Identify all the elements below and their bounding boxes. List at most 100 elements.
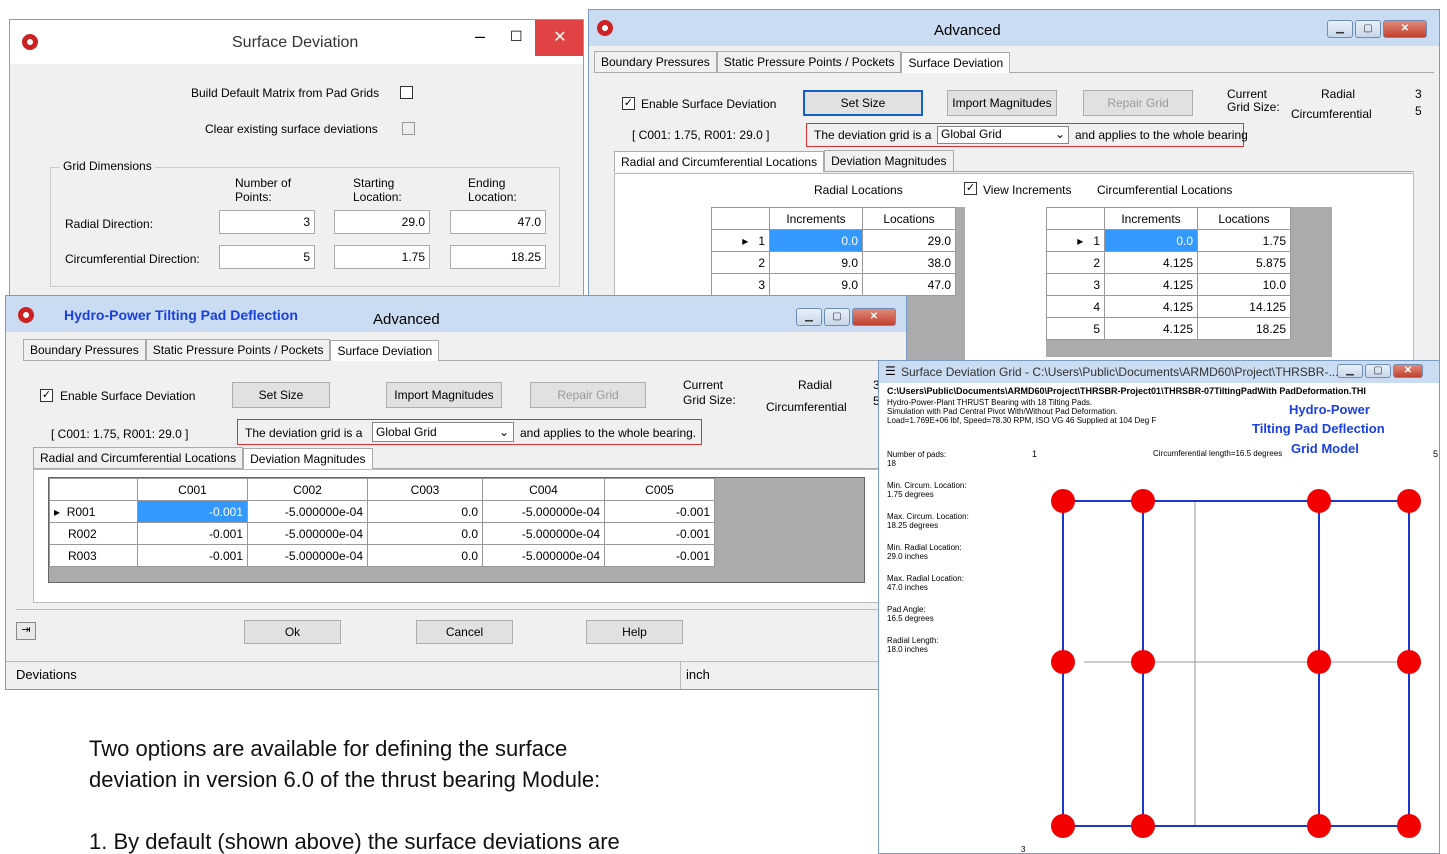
radial-direction-label: Radial Direction: bbox=[65, 217, 154, 231]
tab-locations[interactable]: Radial and Circumferential Locations bbox=[33, 447, 244, 468]
caption-line-3: 1. By default (shown above) the surface … bbox=[89, 829, 620, 854]
tab-static-pressure[interactable]: Static Pressure Points / Pockets bbox=[716, 51, 902, 72]
end-header: Ending Location: bbox=[468, 176, 517, 204]
grid-type-suffix: and applies to the whole bearing. bbox=[520, 426, 697, 440]
current-label: Current bbox=[683, 378, 724, 392]
column-header: C005 bbox=[604, 478, 715, 501]
table-row[interactable]: 2 9.0 38.0 bbox=[711, 251, 956, 274]
tab-boundary-pressures[interactable]: Boundary Pressures bbox=[23, 339, 146, 360]
close-icon[interactable]: ✕ bbox=[1383, 20, 1427, 38]
app-name: Hydro-Power Tilting Pad Deflection bbox=[64, 307, 298, 323]
magnitudes-grid: C001 C002 C003 C004 C005 ▸ R001 -0.001 -… bbox=[48, 477, 865, 583]
view-increments-checkbox[interactable]: ✓ bbox=[964, 182, 977, 195]
increments-header: Increments bbox=[1104, 207, 1198, 230]
minimize-icon[interactable]: ▁ bbox=[796, 308, 822, 326]
ok-button[interactable]: Ok bbox=[244, 620, 341, 644]
cell-reference: [ C001: 1.75, R001: 29.0 ] bbox=[632, 128, 770, 142]
enable-deviation-checkbox[interactable]: ✓ bbox=[622, 97, 635, 110]
grid-type-value: Global Grid bbox=[941, 127, 1002, 141]
advanced-window-front: Hydro-Power Tilting Pad Deflection Advan… bbox=[5, 295, 907, 690]
grid-node bbox=[1051, 650, 1075, 674]
radial-start-input[interactable]: 29.0 bbox=[334, 210, 430, 234]
enable-deviation-label: Enable Surface Deviation bbox=[641, 97, 777, 111]
clear-deviations-label: Clear existing surface deviations bbox=[205, 122, 378, 136]
start-header: Starting Location: bbox=[353, 176, 402, 204]
set-size-button[interactable]: Set Size bbox=[232, 382, 330, 408]
grid-type-select[interactable]: Global Grid ⌄ bbox=[937, 126, 1069, 144]
table-row[interactable]: 3 4.125 10.0 bbox=[1046, 273, 1291, 296]
radial-label: Radial bbox=[798, 378, 833, 392]
table-row[interactable]: ▸ R001 -0.001 -5.000000e-04 0.0 -5.00000… bbox=[49, 500, 715, 523]
grid-node bbox=[1307, 814, 1331, 838]
table-row[interactable]: R002 -0.001 -5.000000e-04 0.0 -5.000000e… bbox=[49, 522, 715, 545]
table-row[interactable]: 3 9.0 47.0 bbox=[711, 273, 956, 296]
pin-icon[interactable]: ⇥ bbox=[16, 622, 36, 640]
minimize-icon[interactable]: – bbox=[475, 26, 485, 47]
build-default-checkbox[interactable] bbox=[400, 86, 413, 99]
caption-line-2: deviation in version 6.0 of the thrust b… bbox=[89, 767, 601, 792]
set-size-button[interactable]: Set Size bbox=[803, 90, 923, 116]
circ-label: Circumferential bbox=[1291, 107, 1372, 121]
table-row[interactable]: 2 4.125 5.875 bbox=[1046, 251, 1291, 274]
tab-static-pressure[interactable]: Static Pressure Points / Pockets bbox=[145, 339, 331, 360]
close-icon[interactable]: ✕ bbox=[535, 20, 583, 56]
table-row[interactable]: R003 -0.001 -5.000000e-04 0.0 -5.000000e… bbox=[49, 544, 715, 567]
circ-label: Circumferential bbox=[766, 400, 847, 414]
status-left: Deviations bbox=[16, 667, 77, 682]
radial-end-input[interactable]: 47.0 bbox=[450, 210, 546, 234]
table-row[interactable]: 4 4.125 14.125 bbox=[1046, 295, 1291, 318]
status-bar: Deviations inch bbox=[6, 661, 906, 689]
help-button[interactable]: Help bbox=[586, 620, 683, 644]
import-magnitudes-button[interactable]: Import Magnitudes bbox=[947, 90, 1057, 116]
grid-size-label: Grid Size: bbox=[683, 393, 736, 407]
cancel-button[interactable]: Cancel bbox=[416, 620, 513, 644]
maximize-icon[interactable]: ▢ bbox=[1355, 20, 1381, 38]
grid-dimensions-label: Grid Dimensions bbox=[60, 159, 155, 173]
grid-node bbox=[1307, 650, 1331, 674]
tab-magnitudes[interactable]: Deviation Magnitudes bbox=[824, 150, 954, 171]
window-title: Advanced bbox=[373, 311, 440, 328]
table-row[interactable]: 5 4.125 18.25 bbox=[1046, 317, 1291, 340]
column-header: C002 bbox=[247, 478, 368, 501]
tab-locations[interactable]: Radial and Circumferential Locations bbox=[614, 151, 825, 172]
tab-magnitudes[interactable]: Deviation Magnitudes bbox=[243, 448, 373, 469]
grid-size-label: Grid Size: bbox=[1227, 100, 1280, 114]
tab-surface-deviation[interactable]: Surface Deviation bbox=[901, 52, 1011, 73]
maximize-icon[interactable]: ☐ bbox=[510, 28, 523, 45]
table-row[interactable]: ▸ 1 0.0 1.75 bbox=[1046, 229, 1291, 252]
enable-deviation-label: Enable Surface Deviation bbox=[60, 389, 196, 403]
window-title: Advanced bbox=[934, 22, 1001, 39]
circ-end-input[interactable]: 18.25 bbox=[450, 245, 546, 269]
radial-points-input[interactable]: 3 bbox=[219, 210, 315, 234]
cell-reference: [ C001: 1.75, R001: 29.0 ] bbox=[51, 427, 189, 441]
enable-deviation-checkbox[interactable]: ✓ bbox=[40, 389, 53, 402]
radial-locations-title: Radial Locations bbox=[814, 183, 903, 197]
title-bar[interactable]: Hydro-Power Tilting Pad Deflection Advan… bbox=[6, 296, 906, 332]
clear-deviations-checkbox[interactable] bbox=[402, 122, 415, 135]
close-icon[interactable]: ✕ bbox=[852, 308, 896, 326]
current-label: Current bbox=[1227, 87, 1268, 101]
increments-header: Increments bbox=[769, 207, 863, 230]
table-row[interactable]: ▸ 1 0.0 29.0 bbox=[711, 229, 956, 252]
circ-locations-title: Circumferential Locations bbox=[1097, 183, 1233, 197]
tab-surface-deviation[interactable]: Surface Deviation bbox=[330, 340, 440, 361]
grid-type-select[interactable]: Global Grid ⌄ bbox=[372, 422, 514, 442]
grid-border bbox=[1062, 500, 1410, 827]
circ-start-input[interactable]: 1.75 bbox=[334, 245, 430, 269]
title-bar[interactable]: Advanced ▁ ▢ ✕ bbox=[589, 10, 1439, 46]
import-magnitudes-button[interactable]: Import Magnitudes bbox=[386, 382, 502, 408]
minimize-icon[interactable]: ▁ bbox=[1327, 20, 1353, 38]
column-header: C004 bbox=[482, 478, 605, 501]
maximize-icon[interactable]: ▢ bbox=[824, 308, 850, 326]
title-bar[interactable]: Surface Deviation – ☐ ✕ bbox=[10, 20, 583, 64]
tab-boundary-pressures[interactable]: Boundary Pressures bbox=[594, 51, 717, 72]
grid-type-value: Global Grid bbox=[376, 425, 437, 439]
app-logo-icon bbox=[18, 307, 34, 323]
radial-size-value: 3 bbox=[1415, 87, 1422, 101]
app-logo-icon bbox=[22, 34, 38, 50]
circ-points-input[interactable]: 5 bbox=[219, 245, 315, 269]
grid-type-prefix: The deviation grid is a bbox=[245, 426, 363, 440]
view-increments-label: View Increments bbox=[983, 183, 1072, 197]
surface-deviation-window: Surface Deviation – ☐ ✕ Build Default Ma… bbox=[9, 19, 584, 299]
radial-label: Radial bbox=[1321, 87, 1356, 101]
